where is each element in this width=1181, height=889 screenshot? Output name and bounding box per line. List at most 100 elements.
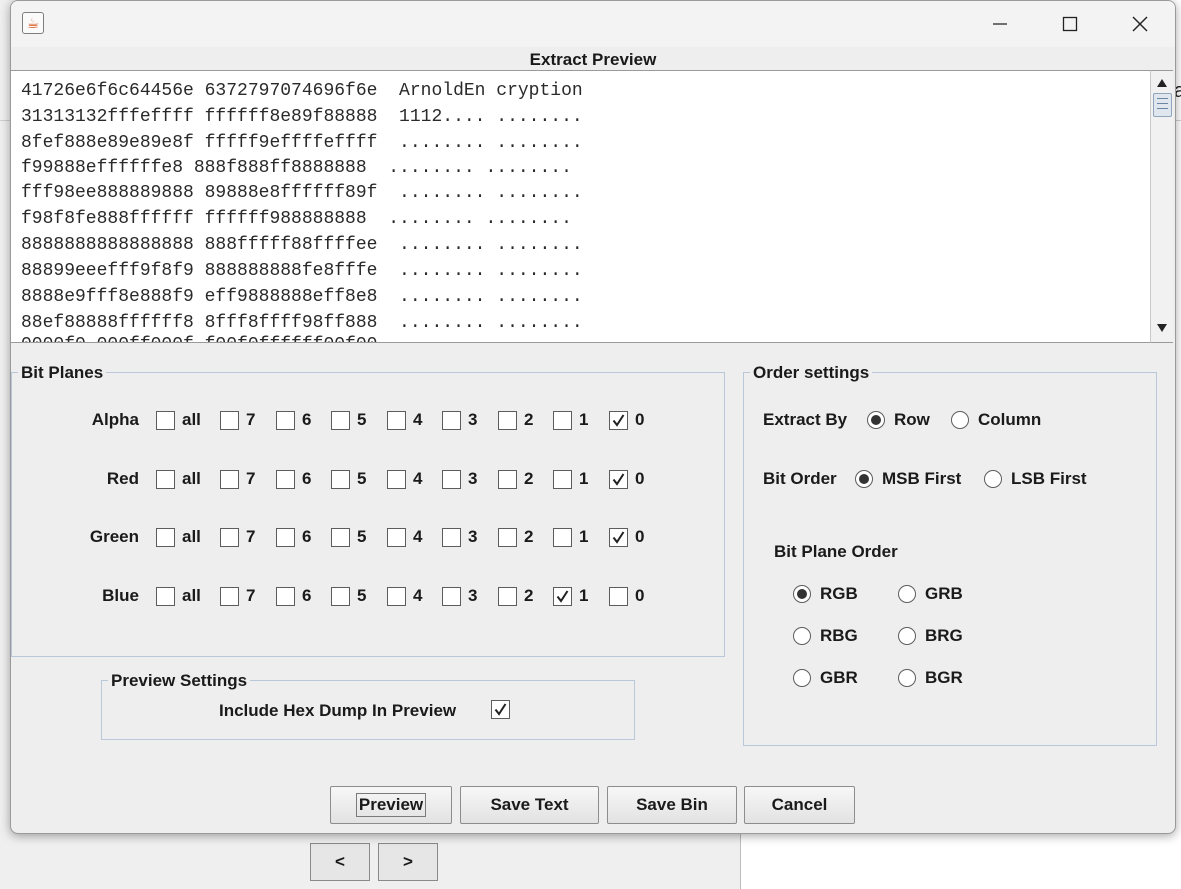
checkmark-icon: [612, 531, 625, 544]
plane-order-rgb-radio[interactable]: [793, 585, 811, 603]
preview-text-area[interactable]: 41726e6f6c64456e 6372797074696f6e Arnold…: [11, 70, 1150, 343]
lsb-first-radio[interactable]: [984, 470, 1002, 488]
checkmark-icon: [612, 473, 625, 486]
bit-label: 6: [302, 586, 312, 605]
alpha-bit-2-checkbox[interactable]: [498, 411, 517, 430]
bit-label: 3: [468, 527, 478, 546]
alpha-bit-0-checkbox[interactable]: [609, 411, 628, 430]
save-bin-button[interactable]: Save Bin: [607, 786, 737, 824]
bit-plane-row-label-alpha: Alpha: [91, 410, 139, 429]
bit-label: 4: [413, 527, 423, 546]
preview-title: Extract Preview: [529, 50, 657, 69]
alpha-bit-7-checkbox[interactable]: [220, 411, 239, 430]
blue-bit-5-checkbox[interactable]: [331, 587, 350, 606]
green-bit-6-checkbox[interactable]: [276, 528, 295, 547]
blue-bit-0-checkbox[interactable]: [609, 587, 628, 606]
bit-order-label: Bit Order: [763, 469, 837, 488]
red-bit-4-checkbox[interactable]: [387, 470, 406, 489]
bit-label: 5: [357, 469, 367, 488]
bit-plane-row-label-green: Green: [89, 527, 139, 546]
maximize-button[interactable]: [1047, 7, 1093, 41]
plane-order-gbr-radio[interactable]: [793, 669, 811, 687]
alpha-bit-3-checkbox[interactable]: [442, 411, 461, 430]
scrollbar-thumb[interactable]: [1153, 93, 1172, 117]
green-bit-2-checkbox[interactable]: [498, 528, 517, 547]
maximize-icon: [1062, 16, 1078, 32]
extract-by-label: Extract By: [763, 410, 848, 429]
preview-scrollbar[interactable]: [1150, 70, 1173, 343]
title-bar: ☕: [11, 1, 1175, 47]
green-bit-all-checkbox[interactable]: [156, 528, 175, 547]
red-bit-7-checkbox[interactable]: [220, 470, 239, 489]
preview-line: fff98ee888889888 89888e8ffffff89f ......…: [21, 183, 583, 203]
blue-bit-1-checkbox[interactable]: [553, 587, 572, 606]
cancel-button[interactable]: Cancel: [744, 786, 855, 824]
red-bit-all-checkbox[interactable]: [156, 470, 175, 489]
green-bit-1-checkbox[interactable]: [553, 528, 572, 547]
bit-label: 3: [468, 586, 478, 605]
save-text-button[interactable]: Save Text: [460, 786, 599, 824]
lsb-first-label: LSB First: [1011, 469, 1087, 488]
msb-first-label: MSB First: [882, 469, 962, 488]
red-bit-3-checkbox[interactable]: [442, 470, 461, 489]
scroll-down-arrow-icon[interactable]: [1151, 318, 1173, 338]
scroll-up-arrow-icon[interactable]: [1151, 73, 1173, 93]
extract-by-column-radio[interactable]: [951, 411, 969, 429]
bit-label: 6: [302, 527, 312, 546]
plane-order-rbg-radio[interactable]: [793, 627, 811, 645]
bit-label: all: [182, 527, 201, 546]
msb-first-radio[interactable]: [855, 470, 873, 488]
plane-order-rgb-label: RGB: [820, 584, 858, 603]
red-bit-6-checkbox[interactable]: [276, 470, 295, 489]
red-bit-5-checkbox[interactable]: [331, 470, 350, 489]
bit-label: 6: [302, 410, 312, 429]
plane-order-grb-label: GRB: [925, 584, 963, 603]
plane-order-bgr-radio[interactable]: [898, 669, 916, 687]
bit-label: 7: [246, 527, 256, 546]
bit-planes-title: Bit Planes: [18, 363, 107, 383]
preview-button[interactable]: Preview: [330, 786, 452, 824]
alpha-bit-5-checkbox[interactable]: [331, 411, 350, 430]
bit-label: 7: [246, 410, 256, 429]
close-button[interactable]: [1117, 7, 1163, 41]
alpha-bit-all-checkbox[interactable]: [156, 411, 175, 430]
blue-bit-2-checkbox[interactable]: [498, 587, 517, 606]
bit-label: 1: [579, 586, 589, 605]
plane-order-brg-radio[interactable]: [898, 627, 916, 645]
alpha-bit-1-checkbox[interactable]: [553, 411, 572, 430]
green-bit-7-checkbox[interactable]: [220, 528, 239, 547]
extract-dialog: ☕ Extract Preview 41726e6f6c64456e 63727…: [10, 0, 1176, 834]
bit-plane-order-label: Bit Plane Order: [774, 542, 898, 561]
preview-line: 31313132fffeffff ffffff8e89f88888 1112..…: [21, 107, 583, 127]
bit-label: 3: [468, 469, 478, 488]
blue-bit-4-checkbox[interactable]: [387, 587, 406, 606]
blue-bit-3-checkbox[interactable]: [442, 587, 461, 606]
red-bit-2-checkbox[interactable]: [498, 470, 517, 489]
preview-line: f99888effffffe8 888f888ff8888888 .......…: [21, 158, 572, 178]
hex-dump-checkbox[interactable]: [491, 700, 510, 719]
green-bit-0-checkbox[interactable]: [609, 528, 628, 547]
blue-bit-all-checkbox[interactable]: [156, 587, 175, 606]
bit-label: all: [182, 586, 201, 605]
bit-label: 5: [357, 527, 367, 546]
bit-label: 2: [524, 586, 534, 605]
green-bit-5-checkbox[interactable]: [331, 528, 350, 547]
red-bit-0-checkbox[interactable]: [609, 470, 628, 489]
green-bit-4-checkbox[interactable]: [387, 528, 406, 547]
background-next-button[interactable]: >: [378, 843, 438, 881]
plane-order-gbr-label: GBR: [820, 668, 858, 687]
green-bit-3-checkbox[interactable]: [442, 528, 461, 547]
red-bit-1-checkbox[interactable]: [553, 470, 572, 489]
hex-dump-label: Include Hex Dump In Preview: [219, 701, 457, 720]
alpha-bit-6-checkbox[interactable]: [276, 411, 295, 430]
background-prev-button[interactable]: <: [310, 843, 370, 881]
bit-label: 1: [579, 469, 589, 488]
blue-bit-6-checkbox[interactable]: [276, 587, 295, 606]
extract-by-row-radio[interactable]: [867, 411, 885, 429]
plane-order-grb-radio[interactable]: [898, 585, 916, 603]
bit-label: 2: [524, 410, 534, 429]
alpha-bit-4-checkbox[interactable]: [387, 411, 406, 430]
minimize-button[interactable]: [977, 7, 1023, 41]
bit-label: 5: [357, 410, 367, 429]
blue-bit-7-checkbox[interactable]: [220, 587, 239, 606]
